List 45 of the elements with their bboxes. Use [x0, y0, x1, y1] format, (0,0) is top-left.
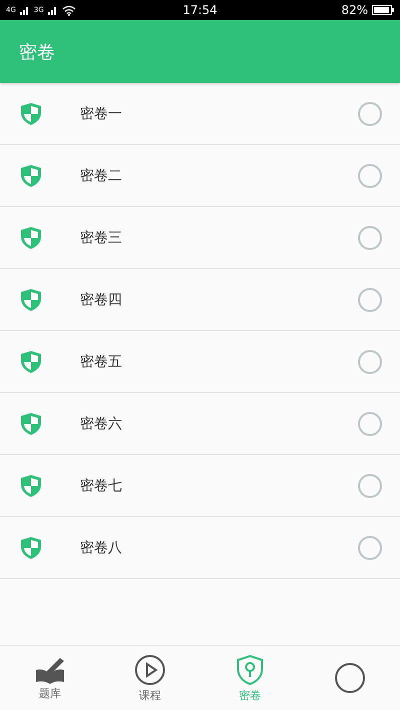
item-label: 密卷二: [80, 166, 123, 184]
signal-icon: [48, 6, 58, 14]
list-item[interactable]: 密卷二: [0, 145, 400, 207]
nav-tab[interactable]: 题库: [0, 646, 100, 710]
radio-button[interactable]: [358, 474, 382, 498]
radio-button[interactable]: [358, 536, 382, 560]
shield-icon: [20, 102, 42, 126]
item-label: 密卷四: [80, 290, 123, 308]
wifi-icon: [62, 4, 76, 16]
item-label: 密卷八: [80, 538, 123, 556]
radio-button[interactable]: [358, 102, 382, 126]
page-title: 密卷: [19, 40, 55, 64]
list-item[interactable]: 密卷一: [0, 83, 400, 145]
shield-icon: [20, 474, 42, 498]
item-label: 密卷五: [80, 352, 123, 370]
status-time: 17:54: [182, 3, 218, 17]
radio-button[interactable]: [358, 350, 382, 374]
shield-icon: [20, 536, 42, 560]
circle-icon: [334, 662, 366, 694]
item-label: 密卷一: [80, 104, 123, 122]
shield-icon: [20, 164, 42, 188]
list-item[interactable]: 密卷八: [0, 517, 400, 579]
list-item[interactable]: 密卷三: [0, 207, 400, 269]
signal-icon: [20, 6, 30, 14]
battery-percent: 82%: [341, 3, 368, 17]
book-pencil-icon: [34, 656, 66, 684]
battery-icon: [372, 5, 394, 15]
list-item[interactable]: 密卷五: [0, 331, 400, 393]
item-label: 密卷三: [80, 228, 123, 246]
shield-icon: [20, 288, 42, 312]
shield-lock-icon: [236, 654, 264, 686]
list-item[interactable]: 密卷六: [0, 393, 400, 455]
play-icon: [134, 654, 166, 686]
radio-button[interactable]: [358, 412, 382, 436]
shield-icon: [20, 412, 42, 436]
nav-tab[interactable]: 课程: [100, 646, 200, 710]
radio-button[interactable]: [358, 226, 382, 250]
list-item[interactable]: 密卷四: [0, 269, 400, 331]
item-label: 密卷六: [80, 414, 123, 432]
shield-icon: [20, 350, 42, 374]
radio-button[interactable]: [358, 288, 382, 312]
item-label: 密卷七: [80, 476, 123, 494]
radio-button[interactable]: [358, 164, 382, 188]
shield-icon: [20, 226, 42, 250]
list-item[interactable]: 密卷七: [0, 455, 400, 517]
